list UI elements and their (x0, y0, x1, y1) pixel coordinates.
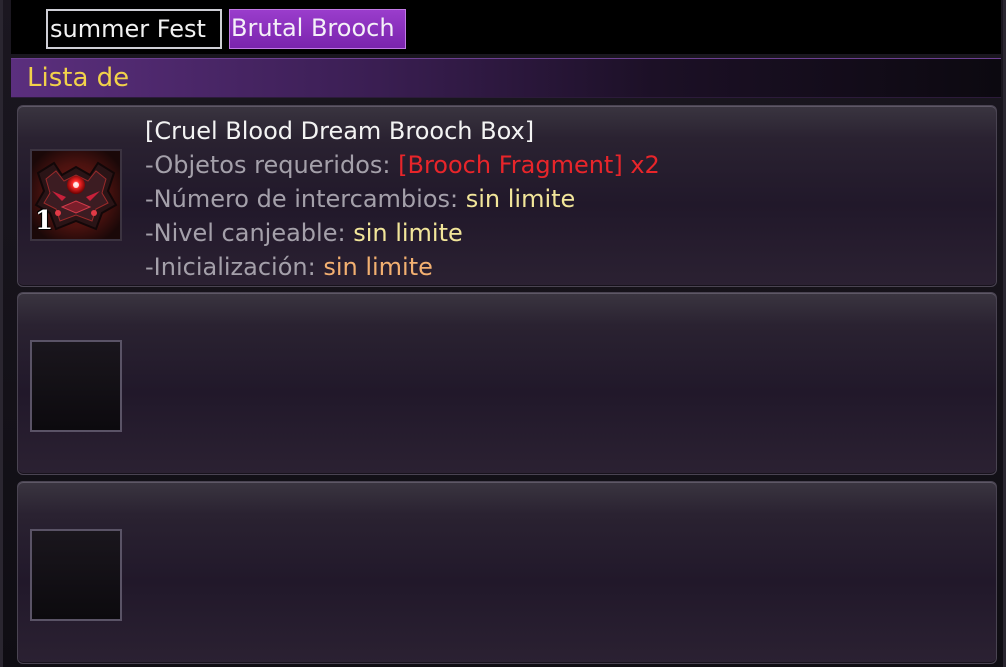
item-quantity: 1 (35, 206, 54, 236)
redeemable-level-value: sin limite (353, 219, 463, 247)
exchange-row-empty[interactable] (17, 481, 997, 664)
redeemable-level-label: -Nivel canjeable: (145, 219, 346, 247)
initialization-line: -Inicialización: sin limite (145, 250, 660, 284)
item-name: [Cruel Blood Dream Brooch Box] (145, 117, 535, 145)
list-header: Lista de (11, 58, 1001, 98)
item-info: [Cruel Blood Dream Brooch Box] -Objetos … (145, 114, 660, 284)
empty-item-slot[interactable] (30, 529, 122, 621)
tab-bar: summer Fest Brutal Brooch (11, 0, 1001, 54)
exchange-row-empty[interactable] (17, 292, 997, 475)
exchange-window: summer Fest Brutal Brooch Lista de 1 [Cr… (0, 0, 1006, 667)
exchange-count-label: -Número de intercambios: (145, 185, 459, 213)
redeemable-level-line: -Nivel canjeable: sin limite (145, 216, 660, 250)
tab-brutal-brooch[interactable]: Brutal Brooch (229, 9, 406, 49)
item-slot[interactable]: 1 (30, 149, 122, 241)
required-items-label: -Objetos requeridos: (145, 151, 391, 179)
required-items-value: [Brooch Fragment] x2 (398, 151, 660, 179)
list-header-label: Lista de (27, 63, 130, 93)
exchange-count-line: -Número de intercambios: sin limite (145, 182, 660, 216)
initialization-label: -Inicialización: (145, 253, 316, 281)
initialization-value: sin limite (323, 253, 433, 281)
tab-summer-fest[interactable]: summer Fest (46, 9, 222, 49)
empty-item-slot[interactable] (30, 340, 122, 432)
exchange-count-value: sin limite (465, 185, 576, 213)
required-items-line: -Objetos requeridos: [Brooch Fragment] x… (145, 148, 660, 182)
exchange-row[interactable]: 1 [Cruel Blood Dream Brooch Box] -Objeto… (17, 105, 997, 287)
